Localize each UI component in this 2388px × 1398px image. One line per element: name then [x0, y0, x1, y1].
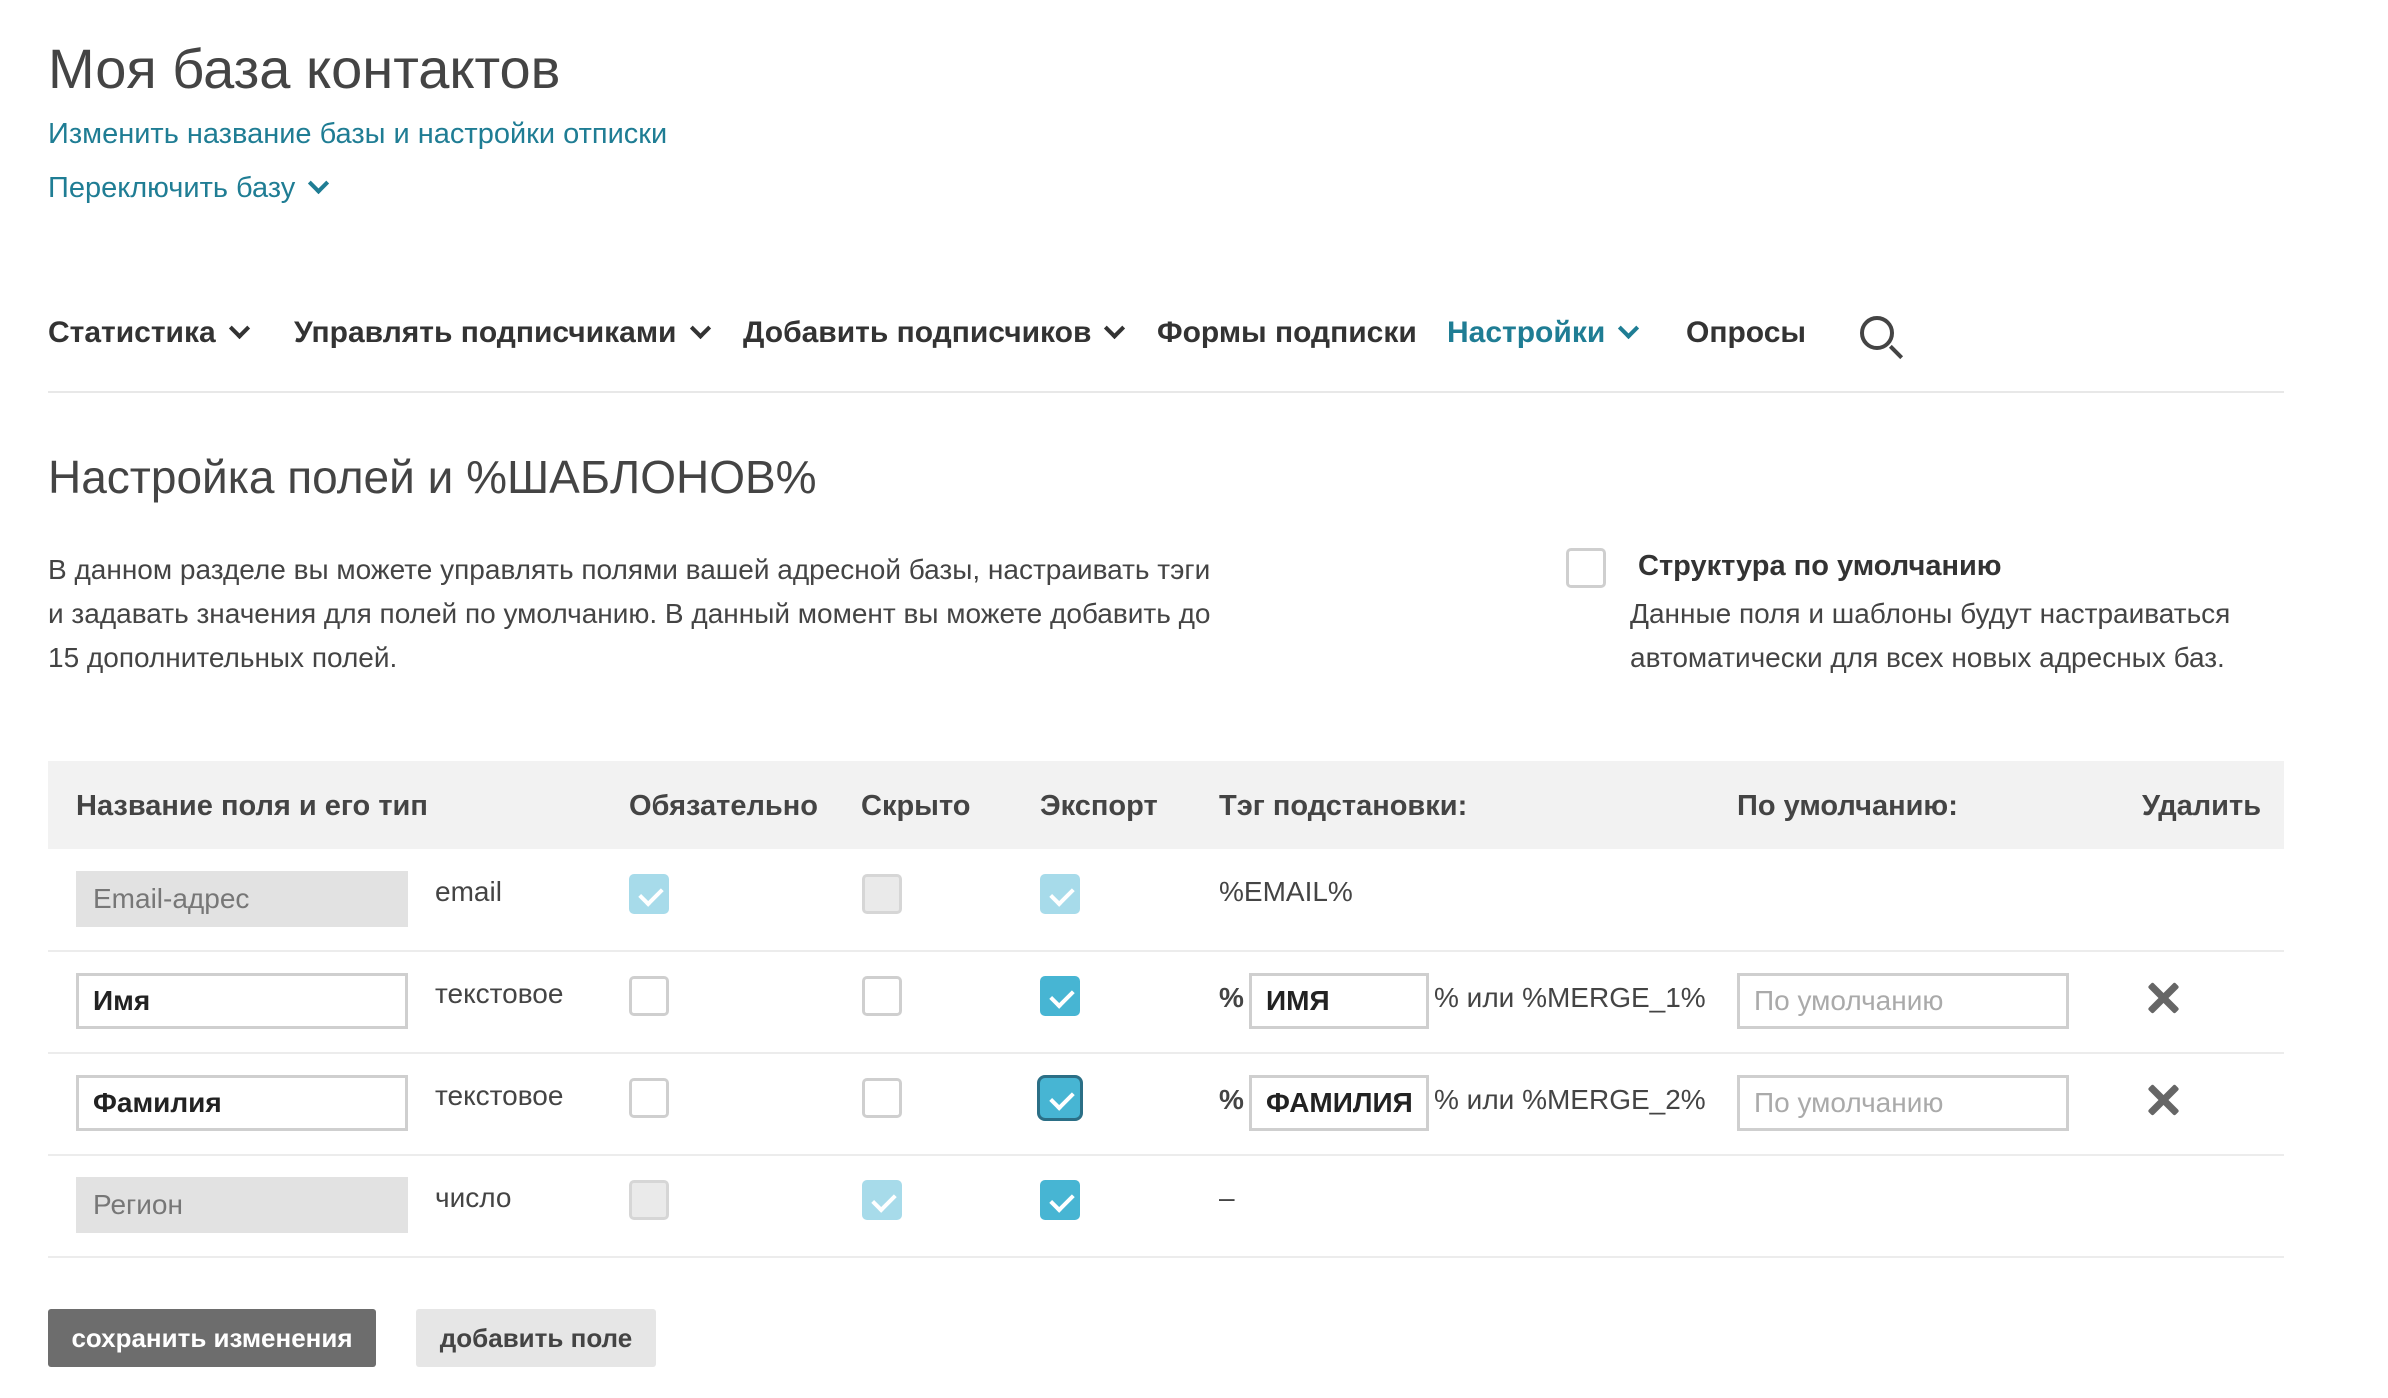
required-checkbox	[629, 1180, 669, 1220]
hidden-checkbox[interactable]	[862, 1078, 902, 1118]
row-divider	[48, 950, 2284, 952]
chevron-down-icon	[689, 317, 711, 340]
merge-tag-input[interactable]: ИМЯ	[1249, 973, 1429, 1029]
switch-base-link[interactable]: Переключить базу	[48, 172, 330, 205]
nav-item-settings[interactable]: Настройки	[1447, 316, 1640, 372]
export-checkbox[interactable]	[1040, 1180, 1080, 1220]
field-name-input[interactable]: Фамилия	[76, 1075, 408, 1131]
col-header-default: По умолчанию:	[1737, 790, 1958, 822]
nav-item-surveys[interactable]: Опросы	[1686, 316, 1806, 372]
row-divider	[48, 1154, 2284, 1156]
hidden-checkbox	[862, 1180, 902, 1220]
required-checkbox	[629, 874, 669, 914]
switch-base-label: Переключить базу	[48, 172, 296, 204]
field-type: число	[435, 1182, 512, 1213]
chevron-down-icon	[1104, 317, 1126, 340]
nav-label: Добавить подписчиков	[743, 316, 1092, 349]
chevron-down-icon	[228, 317, 250, 340]
col-header-required: Обязательно	[629, 790, 818, 822]
hidden-checkbox	[862, 874, 902, 914]
row-divider	[48, 1052, 2284, 1054]
chevron-down-icon	[1618, 317, 1640, 340]
section-title: Настройка полей и %ШАБЛОНОВ%	[48, 451, 817, 503]
field-name-input: Email-адрес	[76, 871, 408, 927]
export-checkbox[interactable]	[1040, 1078, 1080, 1118]
save-changes-button[interactable]: сохранить изменения	[48, 1309, 376, 1367]
col-header-name: Название поля и его тип	[76, 790, 428, 822]
delete-icon[interactable]	[2146, 981, 2180, 1015]
field-type: email	[435, 876, 502, 907]
nav-item-add-subscribers[interactable]: Добавить подписчиков	[743, 316, 1126, 372]
default-structure-description: Данные поля и шаблоны будут настраиватьс…	[1630, 598, 2231, 673]
delete-icon[interactable]	[2146, 1083, 2180, 1117]
export-checkbox	[1040, 874, 1080, 914]
nav-label: Формы подписки	[1157, 316, 1417, 349]
col-header-tag: Тэг подстановки:	[1219, 790, 1468, 822]
nav-divider	[48, 391, 2284, 393]
merge-tag: %EMAIL%	[1219, 876, 1353, 907]
page-title: Моя база контактов	[48, 37, 561, 100]
nav-label: Опросы	[1686, 316, 1807, 349]
default-value-input[interactable]: По умолчанию	[1737, 1075, 2069, 1131]
hidden-checkbox[interactable]	[862, 976, 902, 1016]
field-name-input[interactable]: Имя	[76, 973, 408, 1029]
default-structure-label: Структура по умолчанию	[1638, 550, 2002, 582]
col-header-delete: Удалить	[2142, 790, 2262, 822]
col-header-hidden: Скрыто	[861, 790, 971, 822]
nav-item-forms[interactable]: Формы подписки	[1157, 316, 1417, 372]
merge-tag: –	[1219, 1182, 1235, 1213]
merge-tag-input[interactable]: ФАМИЛИЯ	[1249, 1075, 1429, 1131]
search-icon[interactable]	[1860, 316, 1894, 350]
nav-label: Управлять подписчиками	[294, 316, 677, 349]
rename-base-link[interactable]: Изменить название базы и настройки отпис…	[48, 118, 667, 151]
merge-tag-suffix: % или %MERGE_2%	[1434, 1084, 1706, 1115]
row-divider	[48, 1256, 2284, 1258]
field-type: текстовое	[435, 978, 564, 1009]
nav-label: Статистика	[48, 316, 216, 349]
merge-tag-prefix: %	[1219, 1084, 1244, 1115]
field-name-input: Регион	[76, 1177, 408, 1233]
required-checkbox[interactable]	[629, 1078, 669, 1118]
col-header-export: Экспорт	[1040, 790, 1158, 822]
chevron-down-icon	[308, 172, 330, 195]
merge-tag-prefix: %	[1219, 982, 1244, 1013]
default-value-input[interactable]: По умолчанию	[1737, 973, 2069, 1029]
nav-item-statistics[interactable]: Статистика	[48, 316, 250, 372]
default-structure-checkbox[interactable]	[1566, 548, 1606, 588]
section-description: В данном разделе вы можете управлять пол…	[48, 554, 1211, 673]
add-field-button[interactable]: добавить поле	[416, 1309, 656, 1367]
required-checkbox[interactable]	[629, 976, 669, 1016]
field-type: текстовое	[435, 1080, 564, 1111]
nav-item-manage-subscribers[interactable]: Управлять подписчиками	[294, 316, 711, 372]
nav-label: Настройки	[1447, 316, 1606, 349]
merge-tag-suffix: % или %MERGE_1%	[1434, 982, 1706, 1013]
export-checkbox[interactable]	[1040, 976, 1080, 1016]
